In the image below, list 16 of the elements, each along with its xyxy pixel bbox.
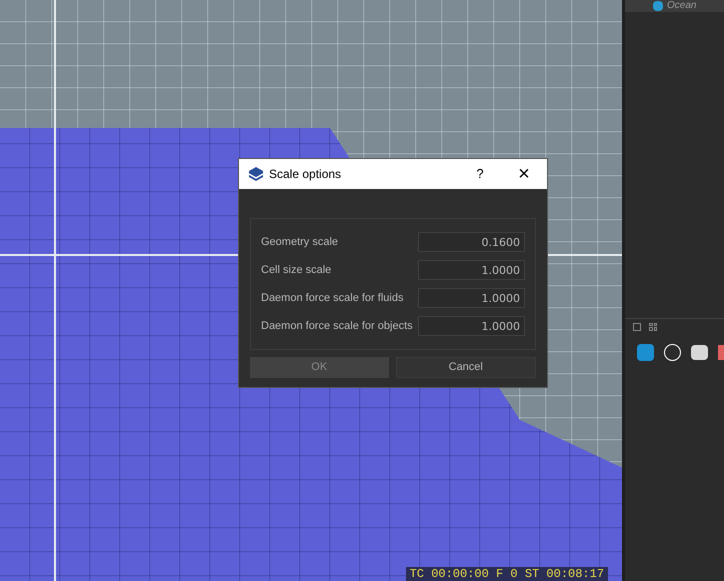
dialog-title: Scale options (269, 166, 342, 183)
help-button[interactable]: ? (465, 159, 495, 189)
field-label: Daemon force scale for fluids (261, 290, 404, 306)
status-overlay: TC 00:00:00 F 0 ST 00:08:17 (406, 567, 608, 581)
field-label: Daemon force scale for objects (261, 318, 413, 334)
number-field[interactable]: 1.0000 (418, 288, 525, 308)
field-label: Cell size scale (261, 262, 332, 278)
dialog-button[interactable]: Cancel (396, 357, 536, 378)
number-field[interactable]: 1.0000 (418, 316, 525, 336)
field-label: Geometry scale (261, 234, 338, 250)
close-button[interactable]: × (509, 159, 539, 189)
app-logo-icon (249, 167, 263, 181)
number-field[interactable]: 1.0000 (418, 260, 525, 280)
grid-icon[interactable] (649, 322, 657, 330)
window-icon[interactable] (633, 322, 641, 330)
number-field[interactable]: 0.1600 (418, 232, 525, 252)
